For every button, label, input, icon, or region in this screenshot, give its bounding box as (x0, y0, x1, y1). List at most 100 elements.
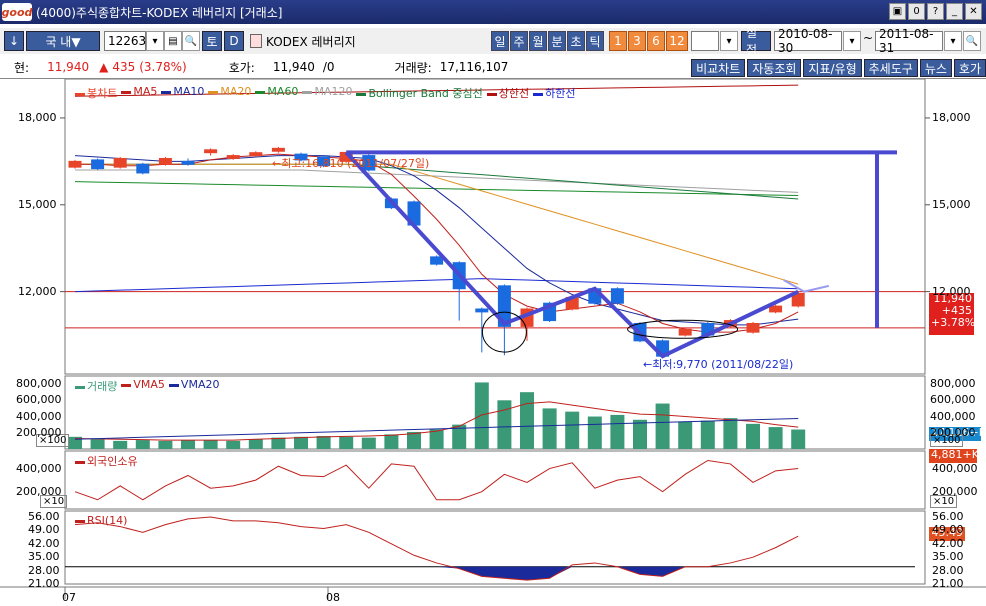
legend-item[interactable]: MA60 (255, 85, 298, 101)
tab-auto-query[interactable]: 자동조회 (747, 59, 802, 77)
legend-label: MA20 (220, 85, 252, 98)
ma10-line (74, 155, 799, 326)
pin-button[interactable]: ▣ (889, 3, 906, 20)
period-tick[interactable]: 틱 (586, 31, 604, 51)
chart-window: good (4000)주식종합차트-KODEX 레버리지 [거래소] ▣ 0 ?… (0, 0, 986, 606)
legend-label: MA60 (267, 85, 299, 98)
candle-body (678, 328, 692, 336)
candle-body (746, 322, 760, 333)
legend-item[interactable]: 하한선 (533, 85, 576, 101)
volume-bar (678, 421, 693, 449)
volume-bar (542, 408, 557, 449)
close-button[interactable]: ✕ (965, 3, 982, 20)
search-icon[interactable]: 🔍 (182, 31, 200, 51)
tab-compare-chart[interactable]: 비교차트 (691, 59, 746, 77)
rsi-y-tick-right: 28.00 (932, 563, 964, 577)
volume-bar (339, 436, 354, 449)
candle-body (113, 157, 127, 168)
legend-item[interactable]: MA20 (208, 85, 251, 101)
date-from-input[interactable]: 2010-08-30 (774, 27, 842, 55)
volume-y-tick-right: 200,000 (930, 425, 976, 439)
volume-bar (226, 440, 241, 449)
legend-item[interactable]: 외국인소유 (75, 453, 138, 469)
stock-code-input[interactable]: 122630 (104, 31, 154, 51)
foreign-line (74, 459, 799, 501)
candle-body (249, 152, 263, 157)
settings-button[interactable]: 설정 (741, 26, 771, 57)
legend-label: 거래량 (87, 380, 118, 393)
count-input[interactable] (691, 31, 719, 51)
code-dropdown-icon[interactable]: ▾ (146, 31, 164, 51)
period-second[interactable]: 초 (567, 31, 585, 51)
volume-bar (361, 437, 376, 449)
volume-bar (158, 440, 173, 449)
legend-item[interactable]: MA120 (302, 85, 352, 101)
tab-trend-tool[interactable]: 추세도구 (863, 59, 918, 77)
legend-label: VMA20 (180, 378, 220, 391)
rsi-line (74, 516, 799, 581)
candle-body (271, 147, 285, 152)
tab-quote[interactable]: 호가 (953, 59, 986, 77)
legend-item[interactable]: RSI(14) (75, 514, 127, 527)
price-y-tick-right: 15,000 (932, 197, 971, 211)
tab-indicator-type[interactable]: 지표/유형 (803, 59, 862, 77)
period-week[interactable]: 주 (510, 31, 528, 51)
count-1[interactable]: 1 (609, 31, 627, 51)
date-to-dropdown-icon[interactable]: ▾ (944, 31, 962, 51)
volume-bar (407, 431, 421, 449)
rsi-y-tick-left: 21.00 (28, 577, 60, 590)
legend-item[interactable]: 상한선 (486, 85, 529, 101)
tab-news[interactable]: 뉴스 (919, 59, 952, 77)
legend-swatch (121, 90, 132, 94)
market-select[interactable]: 국 내▼ (26, 31, 100, 51)
quote-extra: /0 (322, 60, 335, 74)
legend-item[interactable]: 거래량 (75, 378, 117, 394)
legend-swatch (75, 385, 85, 389)
legend-item[interactable]: MA5 (121, 85, 157, 101)
date-from-dropdown-icon[interactable]: ▾ (843, 31, 861, 51)
volume-bar (113, 440, 128, 449)
volume-y-tick-left: 400,000 (16, 409, 62, 423)
period-minute[interactable]: 분 (548, 31, 566, 51)
legend-item[interactable]: VMA5 (121, 378, 165, 394)
to-button[interactable]: 토 (202, 31, 222, 51)
volume-bar (181, 440, 195, 449)
period-day[interactable]: 일 (491, 31, 509, 51)
volume-bar (791, 429, 806, 449)
legend-item[interactable]: VMA20 (168, 378, 220, 394)
bollinger-lower-line (74, 278, 799, 293)
link-button[interactable]: 0 (908, 3, 925, 20)
date-to-input[interactable]: 2011-08-31 (875, 27, 943, 55)
legend-item[interactable]: 봉차트 (75, 85, 117, 101)
period-month[interactable]: 월 (529, 31, 547, 51)
chart-canvas[interactable] (0, 79, 986, 606)
low-annotation: ←최저:9,770 (2011/08/22일) (643, 358, 794, 371)
search-icon[interactable]: 🔍 (963, 31, 981, 51)
count-12[interactable]: 12 (666, 31, 688, 51)
download-button[interactable]: ↓ (4, 31, 24, 51)
legend-swatch (533, 92, 544, 96)
count-3[interactable]: 3 (628, 31, 646, 51)
volume-bar (587, 416, 602, 449)
list-icon[interactable]: ▤ (164, 31, 182, 51)
legend-item[interactable]: MA10 (161, 85, 204, 101)
chart-area[interactable]: 봉차트 MA5 MA10 MA20 MA60 MA120 Bollinger Band 중심… (0, 78, 986, 606)
foreign-y-tick-right: 400,000 (932, 461, 978, 475)
legend-label: RSI(14) (87, 514, 128, 527)
current-label: 현: (14, 60, 30, 75)
d-button[interactable]: D (224, 31, 244, 51)
foreign-y-tick-left: 200,000 (16, 484, 62, 498)
count-dropdown-icon[interactable]: ▾ (720, 31, 738, 51)
high-annotation: ←최고:16,810 (2011/07/27일) (272, 157, 430, 170)
volume-y-tick-right: 600,000 (930, 393, 976, 407)
foreign-y-tick-left: 400,000 (16, 461, 62, 475)
count-6[interactable]: 6 (647, 31, 665, 51)
help-button[interactable]: ? (927, 3, 944, 20)
candle-body (68, 160, 82, 168)
legend-item[interactable]: Bollinger Band 중심선 (356, 85, 483, 101)
ma20-line (75, 163, 799, 285)
price-y-tick-left: 15,000 (18, 197, 57, 211)
volume-bar (723, 418, 738, 449)
app-logo: good (2, 3, 32, 21)
minimize-button[interactable]: _ (946, 3, 963, 20)
